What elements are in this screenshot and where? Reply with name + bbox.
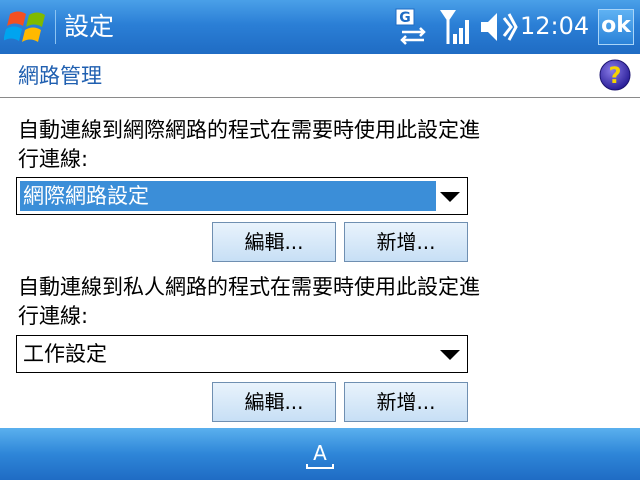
page-title: 網路管理 bbox=[18, 64, 102, 88]
speaker-volume-icon[interactable] bbox=[478, 6, 518, 52]
page-header: 網路管理 ? bbox=[0, 54, 640, 96]
title-bar: 設定 G 12:04 ok bbox=[0, 0, 640, 54]
ok-button[interactable]: ok bbox=[598, 9, 634, 45]
sip-glyph: A bbox=[313, 441, 327, 465]
private-connection-dropdown[interactable]: 工作設定 bbox=[16, 335, 468, 373]
title-separator bbox=[55, 10, 56, 44]
header-divider bbox=[0, 97, 640, 98]
settings-screen: 設定 G 12:04 ok 網路管理 ? 自動連線到網際網路的程式在需要時使用此… bbox=[0, 0, 640, 480]
clock[interactable]: 12:04 bbox=[520, 10, 589, 42]
internet-dropdown-value: 網際網路設定 bbox=[20, 181, 436, 211]
internet-new-button[interactable]: 新增... bbox=[344, 222, 468, 262]
signal-strength-icon[interactable] bbox=[438, 6, 474, 52]
chevron-down-icon[interactable] bbox=[440, 350, 460, 360]
app-title: 設定 bbox=[64, 12, 115, 41]
internet-connection-dropdown[interactable]: 網際網路設定 bbox=[16, 177, 468, 215]
svg-text:G: G bbox=[399, 10, 411, 26]
gprs-connection-icon[interactable]: G bbox=[394, 6, 434, 52]
private-dropdown-value: 工作設定 bbox=[23, 342, 107, 366]
private-section-label: 自動連線到私人網路的程式在需要時使用此設定進行連線: bbox=[18, 275, 480, 328]
input-panel-keyboard-icon[interactable]: A bbox=[303, 438, 337, 472]
private-edit-button[interactable]: 編輯... bbox=[212, 382, 336, 422]
help-glyph: ? bbox=[609, 64, 622, 89]
help-icon[interactable]: ? bbox=[599, 59, 631, 91]
internet-edit-button[interactable]: 編輯... bbox=[212, 222, 336, 262]
windows-start-icon[interactable] bbox=[4, 4, 52, 50]
chevron-down-icon[interactable] bbox=[440, 192, 460, 202]
menu-bar: A bbox=[0, 428, 640, 480]
internet-section-label: 自動連線到網際網路的程式在需要時使用此設定進行連線: bbox=[18, 118, 480, 171]
private-new-button[interactable]: 新增... bbox=[344, 382, 468, 422]
